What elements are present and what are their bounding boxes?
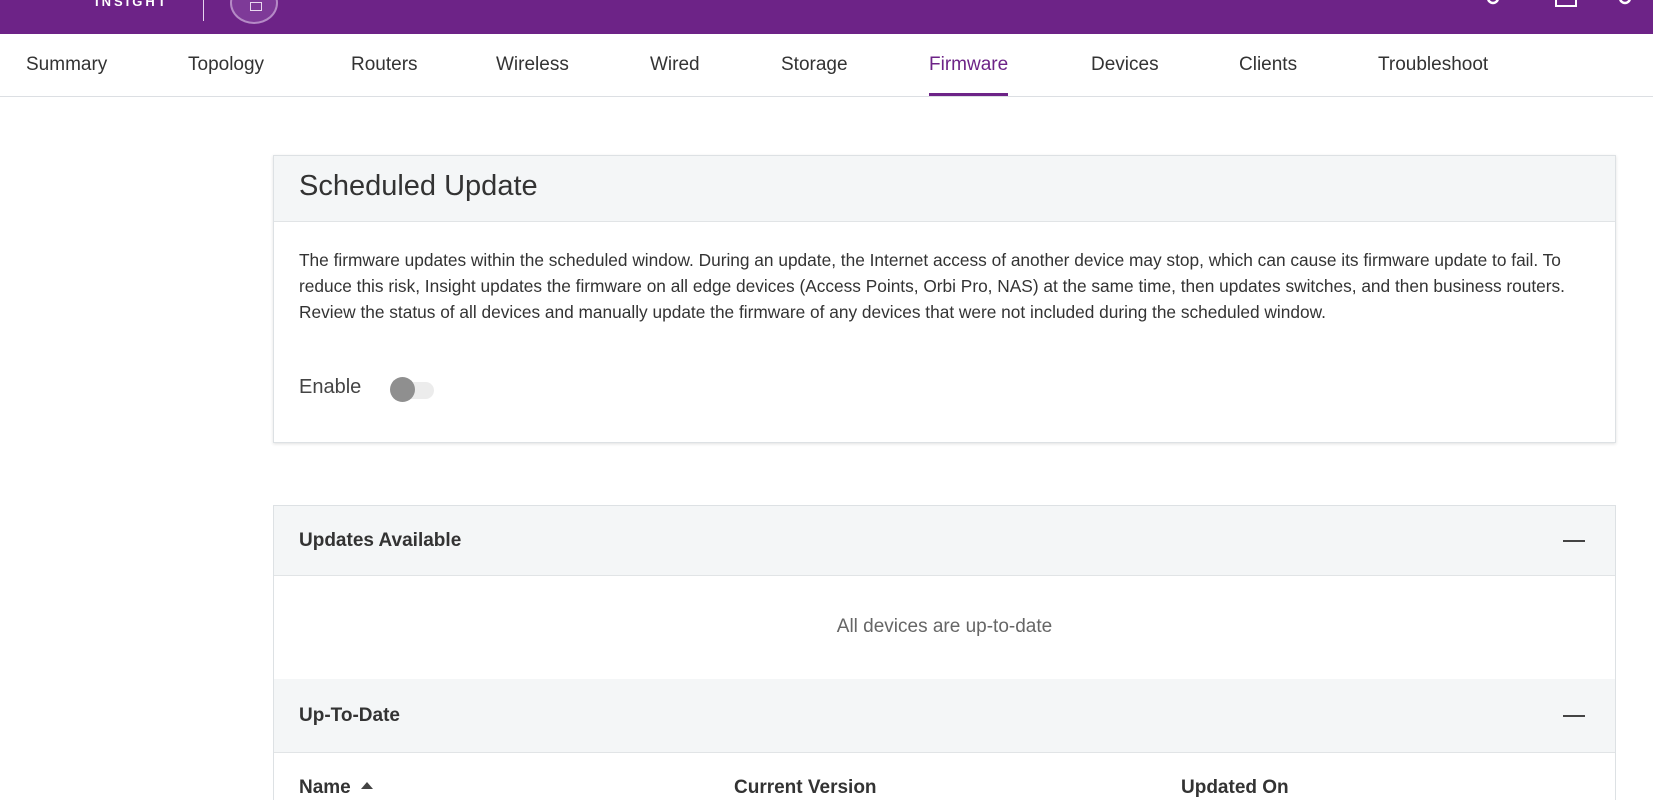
tab-routers[interactable]: Routers (351, 34, 418, 96)
main-tabs: Summary Topology Routers Wireless Wired … (0, 34, 1653, 97)
up-to-date-title: Up-To-Date (299, 705, 400, 726)
column-header-name[interactable]: Name (299, 777, 373, 799)
scheduled-update-card: Scheduled Update The firmware updates wi… (273, 155, 1616, 443)
up-to-date-header[interactable]: Up-To-Date (274, 679, 1615, 753)
tab-clients[interactable]: Clients (1239, 34, 1297, 96)
tab-summary[interactable]: Summary (26, 34, 107, 96)
tab-storage[interactable]: Storage (781, 34, 848, 96)
tab-wired[interactable]: Wired (650, 34, 700, 96)
scheduled-update-title: Scheduled Update (299, 170, 538, 202)
updates-available-header[interactable]: Updates Available (274, 506, 1615, 576)
brand-divider (203, 0, 204, 21)
organization-icon[interactable] (230, 0, 278, 24)
tab-troubleshoot[interactable]: Troubleshoot (1378, 34, 1488, 96)
enable-label: Enable (299, 376, 362, 398)
tab-firmware[interactable]: Firmware (929, 34, 1009, 96)
enable-toggle[interactable] (390, 377, 434, 402)
sort-ascending-icon (360, 782, 373, 790)
gear-icon[interactable] (1616, 0, 1634, 6)
column-header-updated-on[interactable]: Updated On (1181, 777, 1289, 799)
toggle-knob (390, 377, 415, 402)
tab-devices[interactable]: Devices (1091, 34, 1159, 96)
collapse-updates-available-button[interactable] (1563, 530, 1585, 552)
tab-wireless[interactable]: Wireless (496, 34, 569, 96)
empty-state-message: All devices are up-to-date (836, 616, 1053, 637)
top-navigation-bar: INSIGHT (0, 0, 1653, 34)
scheduled-update-header: Scheduled Update (274, 156, 1615, 222)
firmware-updates-card: Updates Available All devices are up-to-… (273, 505, 1616, 800)
settings-icon[interactable] (1484, 0, 1502, 6)
collapse-up-to-date-button[interactable] (1563, 705, 1585, 727)
updates-available-title: Updates Available (299, 530, 462, 551)
column-header-name-label: Name (299, 777, 351, 798)
tab-topology[interactable]: Topology (188, 34, 264, 96)
column-header-current-version[interactable]: Current Version (734, 777, 877, 799)
brand-logo: INSIGHT (95, 0, 169, 9)
scheduled-update-description: The firmware updates within the schedule… (299, 250, 1565, 322)
square-icon[interactable] (1555, 0, 1577, 7)
